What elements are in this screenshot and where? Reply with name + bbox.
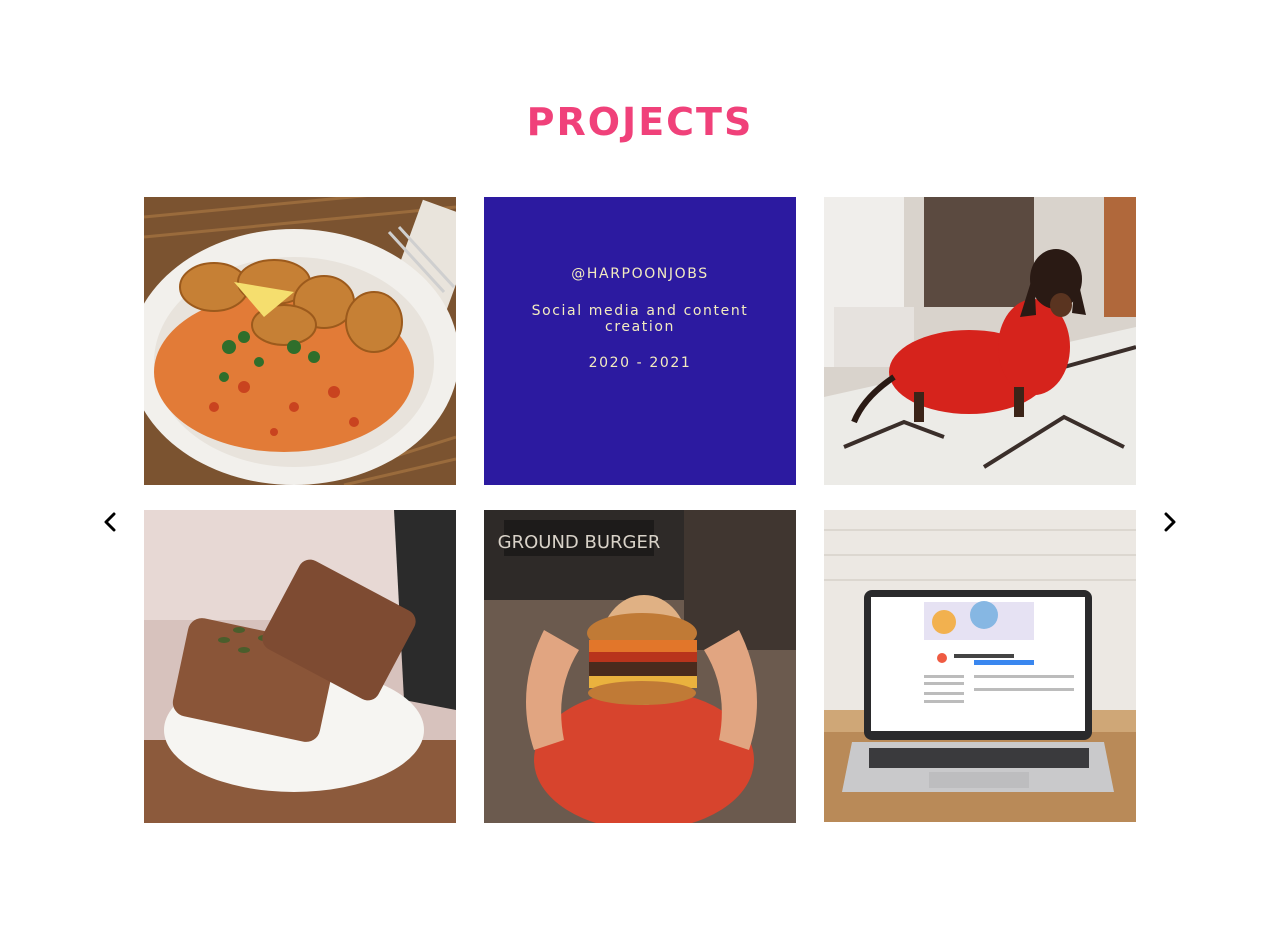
bread-plate-image: [144, 510, 456, 823]
project-handle: @HARPOONJOBS: [571, 266, 709, 282]
previous-button[interactable]: [98, 510, 122, 534]
gallery-item-dog[interactable]: [824, 197, 1136, 485]
project-description: Social media and content creation: [531, 303, 749, 335]
gallery-item-bread[interactable]: [144, 510, 456, 823]
dog-in-sweater-image: [824, 197, 1136, 485]
gallery-item-burger[interactable]: GROUND BURGER: [484, 510, 796, 823]
gallery-item-laptop[interactable]: [824, 510, 1136, 822]
next-button[interactable]: [1158, 510, 1182, 534]
food-plate-image: [144, 197, 456, 485]
laptop-image: [824, 510, 1136, 822]
gallery-item-food-plate[interactable]: [144, 197, 456, 485]
burger-image: GROUND BURGER: [484, 510, 796, 823]
gallery-item-harpoonjobs[interactable]: @HARPOONJOBS Social media and content cr…: [484, 197, 796, 485]
project-years: 2020 - 2021: [588, 355, 692, 371]
section-title: PROJECTS: [526, 100, 754, 144]
svg-text:GROUND BURGER: GROUND BURGER: [498, 532, 661, 553]
chevron-right-icon: [1164, 512, 1176, 532]
chevron-left-icon: [104, 512, 116, 532]
